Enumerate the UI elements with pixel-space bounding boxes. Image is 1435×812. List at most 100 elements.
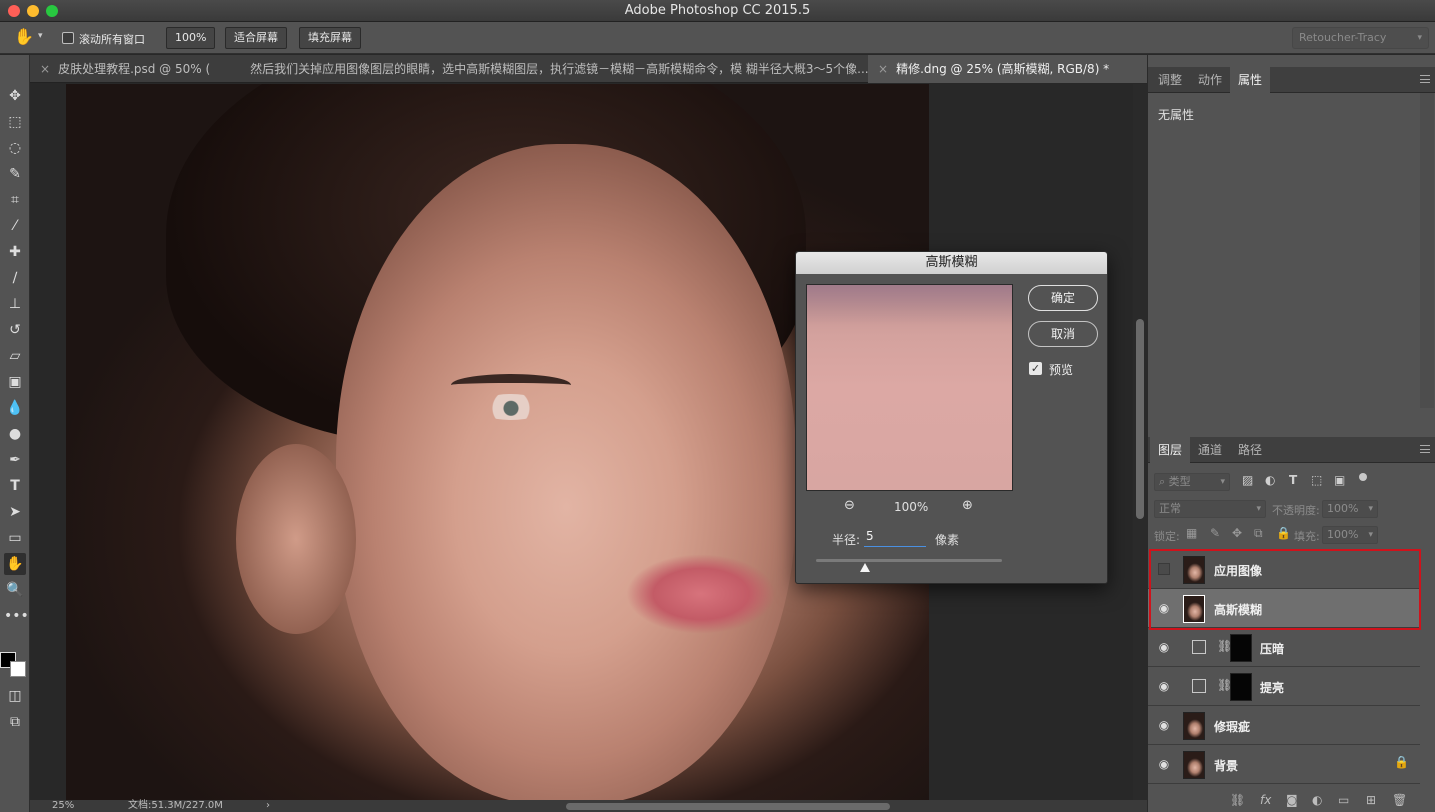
zoom-tool-icon[interactable]: 🔍 [4,579,26,601]
tab-layers[interactable]: 图层 [1150,437,1190,463]
move-tool-icon[interactable]: ✥ [4,85,26,107]
lock-position-icon[interactable]: ✥ [1232,526,1242,540]
preview-checkbox[interactable]: ✓ [1029,362,1042,375]
scroll-all-windows-checkbox[interactable] [62,32,74,44]
tab-actions[interactable]: 动作 [1190,67,1230,93]
zoom-out-icon[interactable]: ⊖ [844,498,855,513]
dodge-tool-icon[interactable]: ● [4,423,26,445]
quick-select-tool-icon[interactable]: ✎ [4,163,26,185]
vertical-scrollbar[interactable] [1133,84,1147,800]
eraser-tool-icon[interactable]: ▱ [4,345,26,367]
scroll-all-windows-label: 滚动所有窗口 [79,33,145,46]
panel-menu-icon[interactable] [1420,75,1430,83]
shape-tool-icon[interactable]: ▭ [4,527,26,549]
close-window-button[interactable] [8,5,20,17]
dialog-title[interactable]: 高斯模糊 [796,252,1107,274]
minimize-window-button[interactable] [27,5,39,17]
lock-artboard-icon[interactable]: ⧉ [1254,526,1263,541]
blur-preview[interactable] [806,284,1013,491]
layer-name: 压暗 [1260,642,1285,656]
screen-mode-icon[interactable]: ⧉ [4,711,26,733]
zoom-100-button[interactable]: 100% [166,27,216,49]
scrollbar-thumb[interactable] [1136,319,1144,519]
fill-input[interactable]: 100% ▾ [1322,526,1378,544]
eye-icon[interactable]: ◉ [1157,757,1171,771]
filter-shape-icon[interactable]: ⬚ [1311,473,1322,487]
brush-tool-icon[interactable]: ∕ [4,267,26,289]
new-group-icon[interactable]: ▭ [1338,793,1349,807]
close-icon[interactable]: × [40,62,50,76]
marquee-tool-icon[interactable]: ⬚ [4,111,26,133]
radius-slider-track[interactable] [816,559,1002,562]
close-icon[interactable]: × [878,62,888,76]
pen-tool-icon[interactable]: ✒ [4,449,26,471]
eyedropper-tool-icon[interactable]: ⁄ [4,215,26,237]
lock-transparent-icon[interactable]: ▦ [1186,526,1197,540]
layer-row-background[interactable]: ◉ 背景 🔒 [1148,745,1420,784]
fill-screen-button[interactable]: 填充屏幕 [299,27,361,49]
type-tool-icon[interactable]: T [4,475,26,497]
layer-mask-thumbnail[interactable] [1230,634,1252,662]
quick-mask-icon[interactable]: ◫ [4,685,26,707]
status-menu-arrow[interactable]: › [266,800,270,812]
background-color-swatch[interactable] [10,661,26,677]
clone-stamp-tool-icon[interactable]: ⊥ [4,293,26,315]
zoom-readout[interactable]: 25% [52,800,74,812]
properties-scrollbar[interactable] [1420,93,1434,408]
blur-tool-icon[interactable]: 💧 [4,397,26,419]
tab-channels[interactable]: 通道 [1190,437,1230,463]
healing-brush-tool-icon[interactable]: ✚ [4,241,26,263]
lasso-tool-icon[interactable]: ◌ [4,137,26,159]
filter-smart-object-icon[interactable]: ▣ [1334,473,1345,487]
panel-menu-icon[interactable] [1420,445,1430,453]
crop-tool-icon[interactable]: ⌗ [4,189,26,211]
eye-icon[interactable]: ◉ [1157,718,1171,732]
tab-skin-tutorial[interactable]: × 皮肤处理教程.psd @ 50% ( [30,55,222,83]
radius-input[interactable]: 5 [864,529,926,547]
adjustment-layer-icon[interactable]: ◐ [1312,793,1322,807]
cancel-button[interactable]: 取消 [1028,321,1098,347]
hand-tool-icon[interactable]: ✋ [4,553,26,575]
fx-icon[interactable]: fx [1260,793,1271,807]
tab-jingxiu[interactable]: × 精修.dng @ 25% (高斯模糊, RGB/8) * [868,55,1147,83]
layer-filter-kind[interactable]: ⌕ 类型 ▾ [1154,473,1230,491]
chevron-down-icon[interactable]: ▾ [38,31,43,41]
zoom-window-button[interactable] [46,5,58,17]
trash-icon[interactable]: 🗑 [1392,793,1407,807]
layer-row-brighten[interactable]: ◉ ⛓ 提亮 [1148,667,1420,706]
history-brush-tool-icon[interactable]: ↺ [4,319,26,341]
lock-label: 锁定: [1154,530,1180,543]
ok-button[interactable]: 确定 [1028,285,1098,311]
eye-icon[interactable]: ◉ [1157,640,1171,654]
lock-image-icon[interactable]: ✎ [1210,526,1220,540]
workspace-select[interactable]: Retoucher-Tracy ▾ [1292,27,1429,49]
lock-all-icon[interactable]: 🔒 [1276,526,1291,540]
tab-tutorial-text[interactable]: ×然后我们关掉应用图像图层的眼睛，选中高斯模糊图层，执行滤镜－模糊－高斯模糊命令… [222,55,870,83]
link-layers-icon[interactable]: ⛓ [1230,793,1245,807]
tab-adjustments[interactable]: 调整 [1150,67,1190,93]
filter-pixel-icon[interactable]: ▨ [1242,473,1253,487]
layer-row-retouch[interactable]: ◉ 修瑕疵 [1148,706,1420,745]
filter-toggle-icon[interactable] [1359,473,1367,481]
zoom-in-icon[interactable]: ⊕ [962,498,973,513]
layer-mask-thumbnail[interactable] [1230,673,1252,701]
options-bar: ✋ ▾ 滚动所有窗口 100% 适合屏幕 填充屏幕 Retoucher-Trac… [0,22,1435,54]
more-tools-icon[interactable]: ••• [4,605,29,627]
lock-icon[interactable]: 🔒 [1394,755,1409,769]
gradient-tool-icon[interactable]: ▣ [4,371,26,393]
fit-screen-button[interactable]: 适合屏幕 [225,27,287,49]
hand-tool-preset-icon[interactable]: ✋ [14,27,34,46]
add-mask-icon[interactable]: ◙ [1286,793,1298,807]
opacity-input[interactable]: 100% ▾ [1322,500,1378,518]
blend-mode-select[interactable]: 正常 ▾ [1154,500,1266,518]
path-selection-tool-icon[interactable]: ➤ [4,501,26,523]
layer-row-darken[interactable]: ◉ ⛓ 压暗 [1148,628,1420,667]
new-layer-icon[interactable]: ⊞ [1366,793,1376,807]
tab-paths[interactable]: 路径 [1230,437,1270,463]
filter-type-icon[interactable]: T [1289,473,1297,487]
tab-properties[interactable]: 属性 [1230,67,1270,93]
radius-slider-handle[interactable] [860,563,870,572]
filter-adjustment-icon[interactable]: ◐ [1265,473,1275,487]
eye-icon[interactable]: ◉ [1157,679,1171,693]
horizontal-scrollbar-thumb[interactable] [566,803,890,810]
